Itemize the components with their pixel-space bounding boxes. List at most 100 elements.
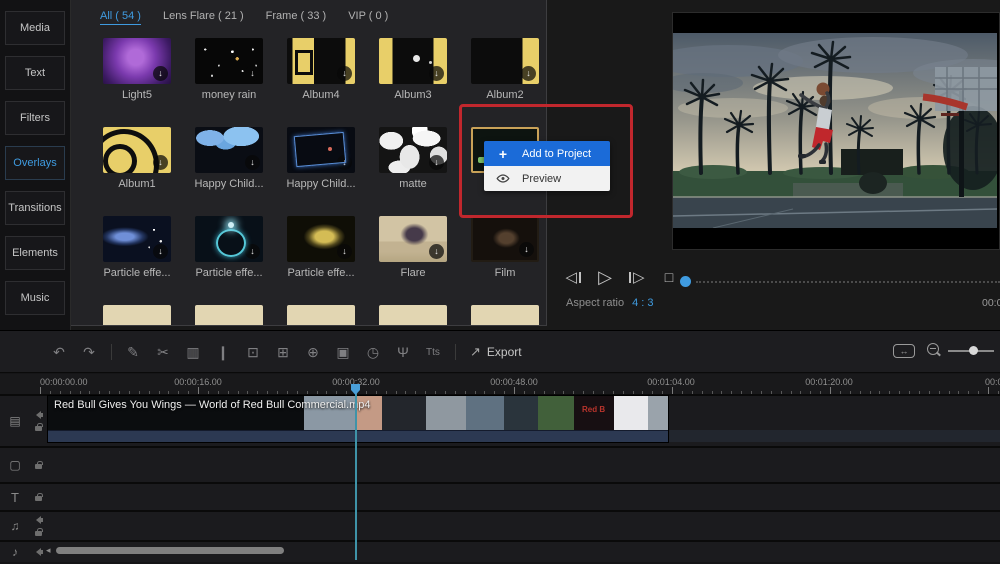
overlay-thumbnail-particle-effe[interactable]: ↓ bbox=[103, 216, 171, 262]
download-icon[interactable]: ↓ bbox=[429, 66, 444, 81]
undo-icon[interactable]: ↶ bbox=[44, 344, 74, 361]
library-cell: ↓ Album4 bbox=[275, 30, 367, 119]
music-track-header music-icon: ♫ bbox=[0, 512, 30, 540]
ruler-tick bbox=[514, 387, 515, 394]
download-icon[interactable]: ↓ bbox=[245, 244, 260, 259]
download-icon[interactable]: ↓ bbox=[337, 244, 352, 259]
overlay-thumbnail-item[interactable] bbox=[471, 305, 539, 326]
download-icon[interactable]: ↓ bbox=[153, 244, 168, 259]
download-icon[interactable]: ↓ bbox=[153, 155, 168, 170]
library-cell: ↓matte bbox=[367, 119, 459, 208]
music-track-lane: ♫ bbox=[0, 510, 1000, 540]
lock-icon[interactable] bbox=[35, 496, 42, 501]
marker-icon[interactable]: ❙ bbox=[208, 344, 238, 361]
previous-frame-button[interactable]: ◁ bbox=[562, 267, 584, 287]
aspect-ratio-value[interactable]: 4 : 3 bbox=[632, 297, 653, 309]
text-to-speech-icon[interactable]: Tts bbox=[418, 347, 448, 358]
position-icon[interactable]: ⊕ bbox=[298, 344, 328, 361]
sidebar-item-media[interactable]: Media bbox=[5, 11, 65, 45]
lock-icon[interactable] bbox=[35, 426, 42, 431]
overlay-label: Album4 bbox=[302, 89, 339, 101]
horizontal-scrollbar[interactable] bbox=[56, 547, 284, 554]
scroll-left-arrow[interactable]: ◂ bbox=[46, 545, 51, 556]
export-button[interactable]: ↗Export bbox=[470, 344, 522, 360]
edit-icon[interactable]: ✎ bbox=[118, 344, 148, 361]
context-menu-label: Add to Project bbox=[522, 148, 591, 160]
download-icon[interactable]: ↓ bbox=[153, 66, 168, 81]
download-icon[interactable]: ↓ bbox=[521, 66, 536, 81]
overlay-thumbnail-item[interactable] bbox=[195, 305, 263, 326]
timeline-video-clip[interactable]: Red Bull Gives You Wings — World of Red … bbox=[48, 396, 668, 442]
tab-lens-flare[interactable]: Lens Flare ( 21 ) bbox=[163, 10, 244, 25]
overlay-thumbnail-album4[interactable]: ↓ bbox=[287, 38, 355, 84]
sidebar-item-text[interactable]: Text bbox=[5, 56, 65, 90]
split-icon[interactable]: ✂ bbox=[148, 344, 178, 361]
sidebar-item-elements[interactable]: Elements bbox=[5, 236, 65, 270]
overlay-thumbnail-film[interactable]: ↓ bbox=[471, 216, 539, 262]
overlay-thumbnail-item[interactable] bbox=[287, 305, 355, 326]
overlay-thumbnail-particle-effe[interactable]: ↓ bbox=[195, 216, 263, 262]
video-preview[interactable] bbox=[672, 12, 1000, 250]
context-menu-item-preview[interactable]: Preview bbox=[484, 166, 610, 191]
fit-to-timeline-button[interactable]: ↔ bbox=[893, 344, 915, 358]
tab-vip[interactable]: VIP ( 0 ) bbox=[348, 10, 388, 25]
overlay-label: Film bbox=[495, 267, 516, 279]
overlay-thumbnail-light5[interactable]: ↓ bbox=[103, 38, 171, 84]
zoom-icon[interactable]: ⊞ bbox=[268, 344, 298, 361]
overlay-thumbnail-album3[interactable]: ↓ bbox=[379, 38, 447, 84]
play-button[interactable]: ▷ bbox=[594, 267, 616, 287]
sidebar-item-music[interactable]: Music bbox=[5, 281, 65, 315]
stop-button[interactable]: □ bbox=[658, 267, 680, 287]
overlay-label: Album2 bbox=[486, 89, 523, 101]
overlay-thumbnail-album1[interactable]: ↓ bbox=[103, 127, 171, 173]
context-menu-item-add-to-project[interactable]: +Add to Project bbox=[484, 141, 610, 166]
download-icon[interactable]: ↓ bbox=[337, 66, 352, 81]
sidebar-item-transitions[interactable]: Transitions bbox=[5, 191, 65, 225]
overlay-thumbnail-happy-child[interactable]: ↓ bbox=[287, 127, 355, 173]
overlay-thumbnail-particle-effe[interactable]: ↓ bbox=[287, 216, 355, 262]
overlay-thumbnail-flare[interactable]: ↓ bbox=[379, 216, 447, 262]
export-icon: ↗ bbox=[470, 344, 481, 360]
sidebar-item-overlays[interactable]: Overlays bbox=[5, 146, 65, 180]
speaker-icon[interactable] bbox=[34, 411, 43, 419]
lock-icon[interactable] bbox=[35, 464, 42, 469]
tab-frame[interactable]: Frame ( 33 ) bbox=[266, 10, 327, 25]
freeze-frame-icon[interactable]: ▣ bbox=[328, 344, 358, 361]
download-icon[interactable]: ↓ bbox=[245, 155, 260, 170]
sidebar-item-filters[interactable]: Filters bbox=[5, 101, 65, 135]
text-track-controls bbox=[30, 484, 47, 510]
voiceover-icon[interactable]: Ψ bbox=[388, 344, 418, 360]
overlay-thumbnail-happy-child[interactable]: ↓ bbox=[195, 127, 263, 173]
clip-frame-text: Red B bbox=[582, 405, 605, 414]
duration-icon[interactable]: ◷ bbox=[358, 344, 388, 361]
seek-bar[interactable] bbox=[696, 281, 1000, 283]
crop-icon[interactable]: ⊡ bbox=[238, 344, 268, 361]
redo-icon[interactable]: ↷ bbox=[74, 344, 104, 361]
seek-handle[interactable] bbox=[680, 276, 691, 287]
zoom-out-icon[interactable] bbox=[927, 343, 939, 355]
preview-timecode: 00:0 bbox=[982, 297, 1000, 309]
aspect-ratio-label: Aspect ratio bbox=[566, 297, 624, 309]
download-icon[interactable]: ↓ bbox=[337, 155, 352, 170]
download-icon[interactable]: ↓ bbox=[519, 242, 534, 257]
speaker-icon[interactable] bbox=[34, 548, 43, 556]
download-icon[interactable]: ↓ bbox=[429, 155, 444, 170]
overlay-thumbnail-item[interactable] bbox=[379, 305, 447, 326]
tab-all[interactable]: All ( 54 ) bbox=[100, 10, 141, 25]
speaker-icon[interactable] bbox=[34, 516, 43, 524]
eye-icon bbox=[484, 174, 522, 183]
delete-icon[interactable]: ▥ bbox=[178, 344, 208, 361]
library-cell: ↓Particle effe... bbox=[183, 208, 275, 297]
overlay-thumbnail-album2[interactable]: ↓ bbox=[471, 38, 539, 84]
download-icon[interactable]: ↓ bbox=[429, 244, 444, 259]
next-frame-button[interactable]: ▷ bbox=[626, 267, 648, 287]
toolbar-separator bbox=[448, 344, 462, 360]
overlay-thumbnail-money-rain[interactable]: ↓ bbox=[195, 38, 263, 84]
toolbar-separator bbox=[104, 344, 118, 360]
lock-icon[interactable] bbox=[35, 531, 42, 536]
timeline-zoom-handle[interactable] bbox=[969, 346, 978, 355]
overlay-thumbnail-matte[interactable]: ↓ bbox=[379, 127, 447, 173]
timeline-ruler[interactable]: 00:00:00.0000:00:16.0000:00:32.0000:00:4… bbox=[0, 374, 1000, 395]
download-icon[interactable]: ↓ bbox=[245, 66, 260, 81]
overlay-thumbnail-item[interactable] bbox=[103, 305, 171, 326]
